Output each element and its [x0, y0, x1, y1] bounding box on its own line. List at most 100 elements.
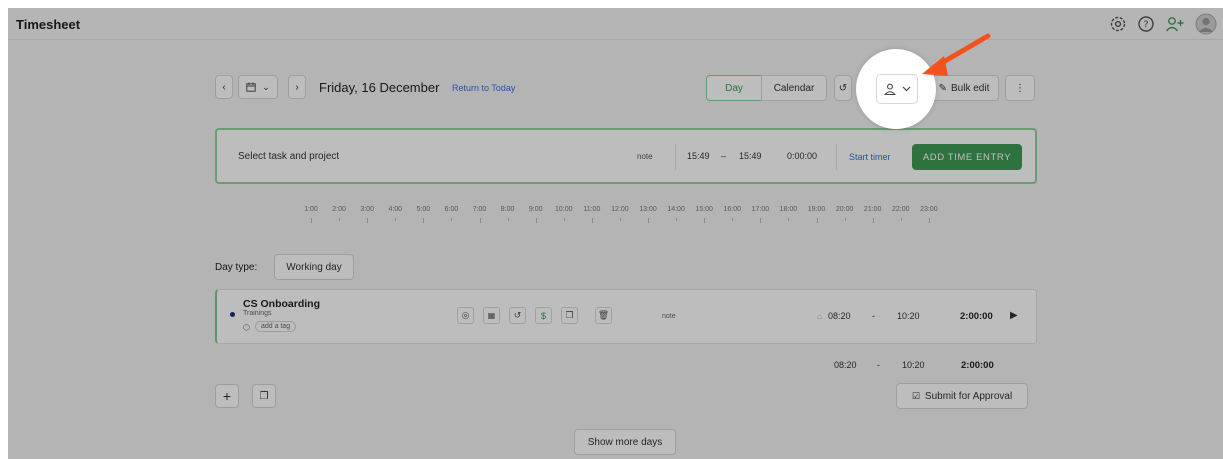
timeline-hour-label: 11:00	[583, 206, 601, 213]
timeline-hour-label: 2:00	[332, 206, 346, 213]
timeline-hour-label: 19:00	[807, 206, 826, 213]
user-icon	[883, 83, 896, 95]
timeline-tick	[872, 218, 874, 223]
day-type-label: Day type:	[215, 262, 258, 273]
task-duration[interactable]: 2:00:00	[960, 311, 993, 322]
chevron-left-icon: ‹	[222, 81, 226, 93]
play-icon[interactable]: ▶	[1010, 310, 1018, 321]
task-end-time[interactable]: 10:20	[897, 311, 920, 321]
timeline-tick	[311, 218, 312, 223]
timeline-hour-label: 6:00	[444, 206, 459, 213]
billable-button[interactable]: $	[535, 307, 552, 324]
current-date: Friday, 16 December	[319, 80, 440, 95]
more-options-button[interactable]: ⋮	[1005, 75, 1035, 101]
copy-entries-button[interactable]: ❐	[252, 384, 276, 408]
day-timeline: 1:00 2:00 3:00 4:00 5:00 6:00 7:00 8:00 9:00 10:0…	[301, 206, 961, 226]
timeline-hour-label: 22:00	[892, 206, 910, 213]
task-name[interactable]: CS Onboarding	[243, 298, 320, 310]
add-time-entry-button[interactable]: ADD TIME ENTRY	[912, 144, 1022, 170]
submit-for-approval-button[interactable]: ☑ Submit for Approval	[896, 383, 1028, 409]
total-duration: 2:00:00	[961, 360, 994, 371]
history-button[interactable]: ↺	[834, 75, 852, 101]
timeline-tick	[760, 218, 762, 223]
project-name[interactable]: Trainings	[243, 310, 272, 317]
entry-note[interactable]: note	[637, 152, 653, 161]
timeline-tick	[395, 218, 397, 221]
task-project-selector[interactable]: Select task and project	[238, 151, 339, 162]
tab-day[interactable]: Day	[706, 75, 762, 101]
divider	[836, 144, 837, 170]
timeline-hour-label: 17:00	[751, 206, 770, 213]
copy-icon: ❐	[565, 310, 574, 320]
calendar-check-icon: ☑	[911, 390, 920, 401]
task-start-time[interactable]: 08:20	[828, 311, 851, 321]
timeline-tick	[928, 218, 930, 223]
timeline-hour-label: 23:00	[920, 206, 938, 213]
history-button[interactable]: ↺	[509, 307, 526, 324]
date-picker-button[interactable]: ⌄	[238, 75, 278, 99]
total-start-time: 08:20	[834, 360, 857, 370]
timeline-hour-label: 8:00	[500, 206, 515, 213]
delete-button[interactable]: 🗑	[595, 307, 612, 324]
timeline-tick	[563, 218, 565, 221]
timeline-hour-label: 4:00	[388, 206, 403, 213]
timeline-hour-label: 14:00	[667, 206, 685, 213]
color-button[interactable]: ◎	[457, 307, 474, 324]
task-note[interactable]: note	[662, 313, 676, 320]
trash-icon: 🗑	[597, 310, 610, 320]
timeline-hour-label: 20:00	[835, 206, 854, 213]
timeline-tick	[816, 218, 818, 223]
show-more-days-button[interactable]: Show more days	[574, 429, 676, 455]
timeline-hour-label: 9:00	[528, 206, 543, 213]
add-tag-button[interactable]: add a tag	[255, 321, 297, 332]
calendar-icon: ▦	[487, 311, 496, 320]
top-bar: Timesheet ?	[8, 8, 1223, 40]
day-type-selector[interactable]: Working day	[274, 254, 354, 280]
timeline-hour-label: 18:00	[779, 206, 798, 213]
calendar-icon	[246, 82, 256, 92]
add-user-icon[interactable]	[1165, 15, 1185, 33]
plus-icon: +	[222, 388, 232, 404]
timeline-tick	[900, 218, 902, 221]
tab-calendar[interactable]: Calendar	[761, 75, 827, 101]
avatar[interactable]	[1195, 13, 1217, 35]
timeline-hour-label: 1:00	[304, 206, 318, 213]
entry-end-time[interactable]: 15:49	[739, 151, 762, 161]
help-icon[interactable]: ?	[1137, 15, 1155, 33]
time-dash: –	[721, 151, 727, 161]
entry-start-time[interactable]: 15:49	[687, 151, 710, 161]
timeline-hour-label: 13:00	[639, 206, 657, 213]
page-title: Timesheet	[16, 17, 81, 32]
timeline-tick	[788, 218, 790, 221]
palette-icon: ◎	[461, 310, 470, 320]
timeline-tick	[535, 218, 537, 223]
app-window: Timesheet ? ‹ ⌄ › Friday, 16 December Re…	[8, 8, 1223, 459]
copy-icon: ❐	[259, 390, 269, 402]
entry-duration[interactable]: 0:00:00	[787, 151, 817, 161]
timeline-hour-label: 7:00	[472, 206, 487, 213]
chevron-right-icon: ›	[295, 81, 299, 93]
return-to-today-link[interactable]: Return to Today	[452, 83, 515, 93]
pointer-arrow-icon	[922, 33, 991, 76]
more-vertical-icon: ⋮	[1015, 82, 1025, 94]
date-button[interactable]: ▦	[483, 307, 500, 324]
time-entry-bar: Select task and project note 15:49 – 15:…	[215, 128, 1037, 184]
timeline-hour-label: 10:00	[555, 206, 573, 213]
timeline-hour-label: 3:00	[360, 206, 374, 213]
dollar-icon: $	[540, 310, 546, 321]
timeline-tick	[367, 218, 369, 223]
timeline-tick	[451, 218, 453, 221]
timeline-hour-label: 16:00	[723, 206, 742, 213]
next-day-button[interactable]: ›	[288, 75, 306, 99]
gear-icon[interactable]	[1109, 15, 1127, 33]
time-dash: -	[872, 311, 875, 321]
add-entry-button[interactable]: +	[215, 384, 239, 408]
timeline-hour-label: 12:00	[611, 206, 629, 213]
timeline-tick	[676, 218, 678, 221]
divider	[675, 144, 676, 170]
prev-day-button[interactable]: ‹	[215, 75, 233, 99]
duplicate-button[interactable]: ❐	[561, 307, 578, 324]
timeline-tick	[648, 218, 650, 223]
timeline-tick	[507, 218, 509, 221]
start-timer-link[interactable]: Start timer	[849, 152, 891, 162]
